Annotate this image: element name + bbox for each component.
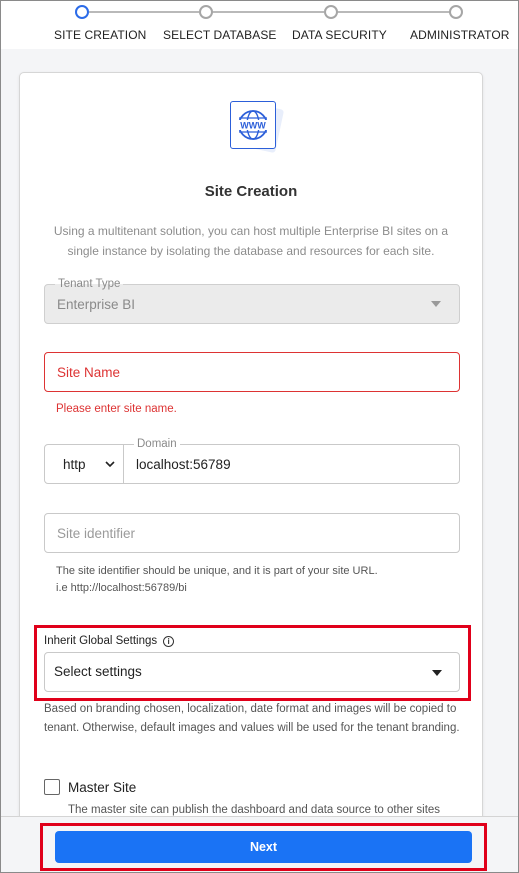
logo-text: WWW [240,121,266,131]
master-site-checkbox[interactable] [44,779,60,795]
site-identifier-hint-line2: i.e http://localhost:56789/bi [56,582,187,594]
site-name-input[interactable]: Site Name [44,352,460,392]
highlight-box-inherit-settings [34,625,471,701]
site-name-error: Please enter site name. [56,403,177,415]
step-label-select-database: SELECT DATABASE [163,28,277,42]
www-logo: WWW [230,100,285,154]
globe-icon: WWW [230,101,276,149]
step-dot-site-creation[interactable] [75,5,89,19]
master-site-row: Master Site [44,779,136,795]
tenant-type-value: Enterprise BI [57,297,136,312]
chevron-down-icon [105,457,115,471]
stepper-connector [212,11,324,13]
step-label-site-creation: SITE CREATION [54,28,147,42]
master-site-description: The master site can publish the dashboar… [68,804,441,816]
site-identifier-input[interactable]: Site identifier [44,513,460,553]
stepper-connector [337,11,450,13]
site-identifier-hint-line1: The site identifier should be unique, an… [56,565,378,577]
site-identifier-placeholder: Site identifier [57,526,136,541]
protocol-value: http [63,457,86,472]
step-dot-data-security[interactable] [324,5,338,19]
domain-input[interactable]: Domain localhost:56789 [123,437,460,484]
caret-down-icon [431,301,441,307]
highlight-box-next [40,823,487,871]
tenant-type-select: Tenant Type Enterprise BI [44,277,460,324]
step-dot-select-database[interactable] [199,5,213,19]
card-description: Using a multitenant solution, you can ho… [53,224,449,258]
master-site-label: Master Site [68,779,137,795]
app-frame: SITE CREATION SELECT DATABASE DATA SECUR… [0,0,519,873]
step-dot-administrator[interactable] [449,5,463,19]
site-identifier-hint: The site identifier should be unique, an… [56,563,456,597]
card-title: Site Creation [204,183,298,200]
domain-label: Domain [134,437,180,451]
step-label-data-security: DATA SECURITY [292,28,387,42]
inherit-settings-note: Based on branding chosen, localization, … [44,703,460,734]
tenant-type-label: Tenant Type [55,277,124,291]
site-name-placeholder: Site Name [57,365,121,380]
domain-value: localhost:56789 [136,457,231,472]
protocol-select[interactable]: http [44,444,124,484]
stepper-connector [89,11,199,13]
step-label-administrator: ADMINISTRATOR [410,28,510,42]
site-creation-card: WWW Site Creation Using a multitenant so… [19,72,483,832]
wizard-stepper: SITE CREATION SELECT DATABASE DATA SECUR… [1,1,518,49]
